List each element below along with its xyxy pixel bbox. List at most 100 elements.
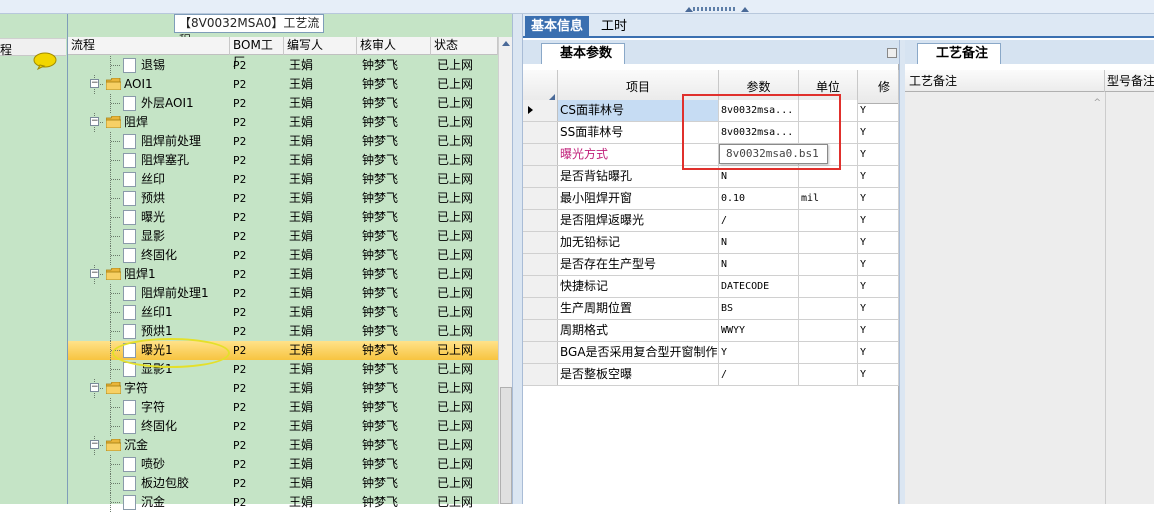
tree-row[interactable]: 丝印 P2 王娟 钟梦飞 已上网 — [68, 170, 498, 189]
collapse-toggle-icon[interactable]: − — [90, 269, 99, 278]
tree-group-row[interactable]: − 阻焊1 P2 王娟 钟梦飞 已上网 — [68, 265, 498, 284]
tree-group-row[interactable]: − 沉金 P2 王娟 钟梦飞 已上网 — [68, 436, 498, 455]
param-value-cell[interactable]: N — [719, 232, 799, 253]
collapse-toggle-icon[interactable]: − — [90, 383, 99, 392]
tree-row[interactable]: 预烘 P2 王娟 钟梦飞 已上网 — [68, 189, 498, 208]
param-row[interactable]: 加无铅标记 N Y — [523, 232, 899, 254]
column-header-process-remark[interactable]: 工艺备注 — [905, 70, 1105, 92]
param-row[interactable]: 是否整板空曝 / Y — [523, 364, 899, 386]
tab-process-remarks[interactable]: 工艺备注 — [917, 43, 1002, 64]
param-value-cell[interactable]: N — [719, 254, 799, 275]
tree-row[interactable]: 喷砂 P2 王娟 钟梦飞 已上网 — [68, 455, 498, 474]
tree-row[interactable]: 沉金 P2 王娟 钟梦飞 已上网 — [68, 493, 498, 512]
tab-hours[interactable]: 工时 — [595, 16, 633, 38]
param-unit-cell[interactable]: mil — [799, 188, 858, 209]
param-unit-cell[interactable] — [799, 342, 858, 363]
param-unit-cell[interactable] — [799, 254, 858, 275]
collapse-up-icon[interactable] — [741, 7, 749, 12]
param-modify-cell[interactable]: Y — [858, 210, 899, 231]
param-value-cell[interactable]: BS — [719, 298, 799, 319]
row-header[interactable] — [523, 144, 558, 165]
row-header[interactable] — [523, 364, 558, 385]
tree-row[interactable]: 丝印1 P2 王娟 钟梦飞 已上网 — [68, 303, 498, 322]
param-modify-cell[interactable]: Y — [858, 122, 899, 143]
column-header-reviewer[interactable]: 核审人 — [357, 37, 431, 55]
column-header-writer[interactable]: 编写人 — [284, 37, 357, 55]
param-row[interactable]: 最小阻焊开窗 0.10 mil Y — [523, 188, 899, 210]
tree-group-row[interactable]: − 阻焊 P2 王娟 钟梦飞 已上网 — [68, 113, 498, 132]
row-header[interactable] — [523, 276, 558, 297]
scrollbar-thumb[interactable] — [500, 387, 512, 504]
column-header-bom[interactable]: BOM工厂 — [230, 37, 284, 69]
param-modify-cell[interactable]: Y — [858, 364, 899, 385]
param-row[interactable]: BGA是否采用复合型开窗制作 Y Y — [523, 342, 899, 364]
param-unit-cell[interactable] — [799, 320, 858, 341]
tree-row[interactable]: 预烘1 P2 王娟 钟梦飞 已上网 — [68, 322, 498, 341]
tab-basic-params[interactable]: 基本参数 — [541, 43, 626, 64]
tree-row[interactable]: 显影 P2 王娟 钟梦飞 已上网 — [68, 227, 498, 246]
param-modify-cell[interactable]: Y — [858, 144, 899, 165]
param-row[interactable]: 是否阻焊返曝光 / Y — [523, 210, 899, 232]
param-modify-cell[interactable]: Y — [858, 166, 899, 187]
tree-row[interactable]: 字符 P2 王娟 钟梦飞 已上网 — [68, 398, 498, 417]
param-unit-cell[interactable] — [799, 232, 858, 253]
param-unit-cell[interactable] — [799, 364, 858, 385]
param-row[interactable]: 生产周期位置 BS Y — [523, 298, 899, 320]
tree-row[interactable]: 外层AOI1 P2 王娟 钟梦飞 已上网 — [68, 94, 498, 113]
tree-group-row[interactable]: − AOI1 P2 王娟 钟梦飞 已上网 — [68, 75, 498, 94]
tab-basic-info[interactable]: 基本信息 — [525, 16, 590, 38]
row-header[interactable] — [523, 188, 558, 209]
param-value-cell[interactable]: WWYY — [719, 320, 799, 341]
param-value-cell[interactable]: 0.10 — [719, 188, 799, 209]
param-unit-cell[interactable] — [799, 276, 858, 297]
row-header[interactable] — [523, 100, 558, 121]
scroll-up-icon[interactable] — [502, 41, 510, 46]
row-header[interactable] — [523, 166, 558, 187]
tree-row[interactable]: 阻焊前处理1 P2 王娟 钟梦飞 已上网 — [68, 284, 498, 303]
param-modify-cell[interactable]: Y — [858, 232, 899, 253]
process-remark-textarea[interactable]: ^ — [905, 92, 1105, 504]
tree-row[interactable]: 曝光 P2 王娟 钟梦飞 已上网 — [68, 208, 498, 227]
panel-button[interactable] — [887, 48, 897, 58]
chat-bubble-icon[interactable] — [33, 52, 57, 70]
scroll-up-icon[interactable]: ^ — [1093, 98, 1101, 108]
param-modify-cell[interactable]: Y — [858, 342, 899, 363]
splitter-grip[interactable] — [693, 7, 737, 11]
param-modify-cell[interactable]: Y — [858, 100, 899, 121]
row-header[interactable] — [523, 320, 558, 341]
column-header-modify[interactable]: 修改 — [858, 70, 899, 104]
param-value-cell[interactable]: / — [719, 364, 799, 385]
tree-row[interactable]: 阻焊前处理 P2 王娟 钟梦飞 已上网 — [68, 132, 498, 151]
collapse-toggle-icon[interactable]: − — [90, 440, 99, 449]
param-unit-cell[interactable] — [799, 298, 858, 319]
collapse-toggle-icon[interactable]: − — [90, 117, 99, 126]
param-value-cell[interactable]: Y — [719, 342, 799, 363]
param-modify-cell[interactable]: Y — [858, 276, 899, 297]
row-header[interactable] — [523, 232, 558, 253]
param-modify-cell[interactable]: Y — [858, 188, 899, 209]
row-header[interactable] — [523, 122, 558, 143]
vertical-splitter[interactable] — [512, 14, 523, 504]
column-header-process[interactable]: 流程 — [68, 37, 230, 55]
collapse-toggle-icon[interactable]: − — [90, 79, 99, 88]
row-header[interactable] — [523, 254, 558, 275]
tree-row[interactable]: 板边包胶 P2 王娟 钟梦飞 已上网 — [68, 474, 498, 493]
param-row[interactable]: 是否存在生产型号 N Y — [523, 254, 899, 276]
param-value-cell[interactable]: / — [719, 210, 799, 231]
tree-group-row[interactable]: − 字符 P2 王娟 钟梦飞 已上网 — [68, 379, 498, 398]
row-header[interactable] — [523, 342, 558, 363]
param-row[interactable]: 周期格式 WWYY Y — [523, 320, 899, 342]
param-modify-cell[interactable]: Y — [858, 298, 899, 319]
param-modify-cell[interactable]: Y — [858, 320, 899, 341]
column-header-status[interactable]: 状态 — [431, 37, 498, 55]
tree-row[interactable]: 终固化 P2 王娟 钟梦飞 已上网 — [68, 246, 498, 265]
param-value-cell[interactable]: DATECODE — [719, 276, 799, 297]
tree-row[interactable]: 终固化 P2 王娟 钟梦飞 已上网 — [68, 417, 498, 436]
param-row[interactable]: 快捷标记 DATECODE Y — [523, 276, 899, 298]
row-header[interactable] — [523, 210, 558, 231]
param-modify-cell[interactable]: Y — [858, 254, 899, 275]
collapse-up-icon[interactable] — [685, 7, 693, 12]
model-remark-textarea[interactable] — [1105, 92, 1154, 504]
tree-row[interactable]: 退锡 P2 王娟 钟梦飞 已上网 — [68, 56, 498, 75]
tree-row[interactable]: 阻焊塞孔 P2 王娟 钟梦飞 已上网 — [68, 151, 498, 170]
